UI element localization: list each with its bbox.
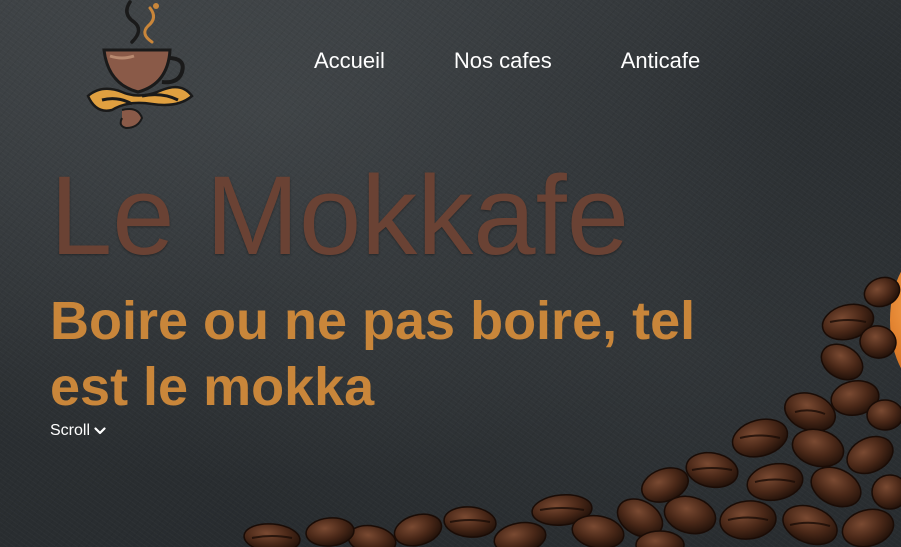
chevron-down-icon	[94, 427, 106, 435]
nav-link-nos-cafes[interactable]: Nos cafes	[454, 47, 552, 75]
scroll-button[interactable]: Scroll	[50, 422, 106, 440]
nav-link-accueil[interactable]: Accueil	[314, 47, 385, 75]
main-nav: Accueil Nos cafes Anticafe	[314, 47, 700, 75]
hero-tagline: Boire ou ne pas boire, tel est le mokka	[50, 291, 696, 417]
coffee-cup-logo-icon[interactable]	[82, 0, 198, 132]
site-title: Le Mokkafe	[50, 153, 629, 278]
scroll-label: Scroll	[50, 422, 91, 439]
nav-link-anticafe[interactable]: Anticafe	[621, 47, 701, 75]
